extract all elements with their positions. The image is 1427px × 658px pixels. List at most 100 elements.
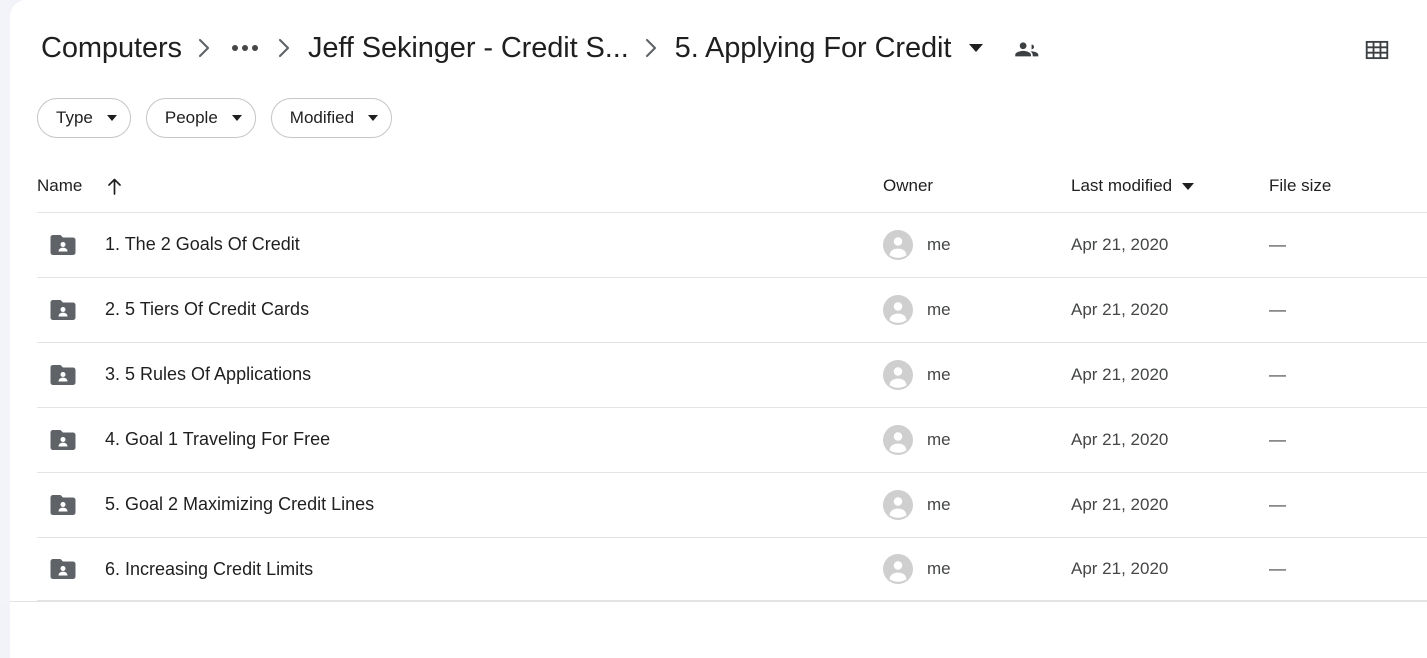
chevron-right-icon [188,31,222,65]
owner-name: me [927,364,951,384]
row-modified-cell: Apr 21, 2020 [1071,365,1269,385]
filter-chip-label: Modified [289,108,355,127]
file-name: 4. Goal 1 Traveling For Free [105,429,331,449]
page-title[interactable]: 5. Applying For Credit [671,30,956,67]
row-divider [37,472,1427,473]
avatar [883,229,913,260]
breadcrumb-header: Computers Jeff Sekinger - Credit S... 5.… [10,0,1427,96]
filter-chip-modified[interactable]: Modified [270,98,393,138]
chevron-right-icon [635,31,669,65]
modified-date: Apr 21, 2020 [1071,559,1169,578]
table-header-row: Name Owner Last modified File size [10,160,1427,212]
column-header-file-size[interactable]: File size [1269,176,1419,196]
row-name-cell: 6. Increasing Credit Limits [10,554,883,584]
owner-name: me [927,299,951,319]
file-size: — [1269,299,1286,319]
column-header-label: Last modified [1071,176,1173,195]
modified-date: Apr 21, 2020 [1071,494,1169,514]
file-size: — [1269,429,1286,449]
row-size-cell: — [1269,495,1419,515]
owner-name: me [927,234,951,254]
row-divider [37,537,1427,538]
avatar [883,554,913,584]
table-row[interactable]: 1. The 2 Goals Of Credit me Apr 21, 2020… [10,212,1427,277]
filter-chip-label: People [164,108,218,127]
owner-name: me [927,494,951,514]
row-divider [37,407,1427,408]
table-row[interactable]: 2. 5 Tiers Of Credit Cards me Apr 21, 20… [10,277,1427,342]
file-name: 2. 5 Tiers Of Credit Cards [105,299,310,319]
row-modified-cell: Apr 21, 2020 [1071,235,1269,255]
file-size: — [1269,364,1286,384]
modified-date: Apr 21, 2020 [1071,429,1169,449]
row-owner-cell: me [883,424,1071,455]
drive-file-browser: Computers Jeff Sekinger - Credit S... 5.… [0,0,1427,658]
file-name: 6. Increasing Credit Limits [105,558,314,579]
row-modified-cell: Apr 21, 2020 [1071,495,1269,515]
row-modified-cell: Apr 21, 2020 [1071,430,1269,450]
table-row[interactable]: 3. 5 Rules Of Applications me Apr 21, 20… [10,342,1427,407]
file-size: — [1269,559,1286,578]
grid-view-toggle[interactable] [1355,28,1399,72]
chevron-down-icon [106,115,117,121]
shared-folder-icon [50,299,76,320]
table-row[interactable]: 4. Goal 1 Traveling For Free me Apr 21, … [10,407,1427,472]
shared-folder-icon [50,494,76,515]
overflow-dot [241,45,248,51]
column-header-label: Name [37,176,83,195]
chevron-down-icon [368,115,379,121]
filter-chip-label: Type [56,108,93,127]
file-size: — [1269,494,1286,514]
row-modified-cell: Apr 21, 2020 [1071,559,1269,579]
chevron-down-icon [231,115,242,121]
overflow-dot [251,45,258,51]
row-divider [37,600,1427,601]
row-owner-cell: me [883,489,1071,520]
row-name-cell: 2. 5 Tiers Of Credit Cards [10,295,883,325]
row-size-cell: — [1269,235,1419,255]
row-size-cell: — [1269,559,1419,579]
shared-folder-icon [50,364,76,385]
column-header-label: File size [1269,176,1332,195]
row-owner-cell: me [883,554,1071,584]
column-header-owner[interactable]: Owner [883,176,1071,196]
arrow-up-icon [106,177,123,196]
avatar [883,489,913,520]
row-owner-cell: me [883,359,1071,390]
shared-folder-icon [50,234,76,255]
filter-chip-type[interactable]: Type [37,98,131,138]
row-name-cell: 5. Goal 2 Maximizing Credit Lines [10,490,883,520]
breadcrumb-overflow-button[interactable] [226,31,264,65]
left-gutter [0,0,10,606]
row-owner-cell: me [883,229,1071,260]
chevron-down-icon[interactable] [961,33,991,63]
row-divider [37,212,1427,213]
row-divider [37,342,1427,343]
column-header-name[interactable]: Name [10,176,883,196]
owner-name: me [927,559,951,578]
table-row[interactable]: 6. Increasing Credit Limits me Apr 21, 2… [10,537,1427,602]
owner-name: me [927,429,951,449]
breadcrumb-root[interactable]: Computers [37,30,186,67]
modified-date: Apr 21, 2020 [1071,364,1169,384]
file-list-table: Name Owner Last modified File size 1. Th… [10,160,1427,602]
row-size-cell: — [1269,365,1419,385]
row-size-cell: — [1269,430,1419,450]
avatar [883,359,913,390]
table-row[interactable]: 5. Goal 2 Maximizing Credit Lines me Apr… [10,472,1427,537]
filter-chip-bar: Type People Modified [37,98,393,138]
content-panel: Computers Jeff Sekinger - Credit S... 5.… [10,0,1427,658]
file-size: — [1269,234,1286,254]
row-modified-cell: Apr 21, 2020 [1071,300,1269,320]
file-name: 1. The 2 Goals Of Credit [105,234,300,254]
avatar [883,294,913,325]
row-size-cell: — [1269,300,1419,320]
column-header-last-modified[interactable]: Last modified [1071,176,1269,196]
breadcrumb-parent[interactable]: Jeff Sekinger - Credit S... [304,30,633,67]
chevron-right-icon [268,31,302,65]
people-icon[interactable] [1005,27,1047,69]
filter-chip-people[interactable]: People [145,98,256,138]
overflow-dot [231,45,238,51]
file-name: 5. Goal 2 Maximizing Credit Lines [105,494,375,514]
column-header-label: Owner [883,176,934,195]
